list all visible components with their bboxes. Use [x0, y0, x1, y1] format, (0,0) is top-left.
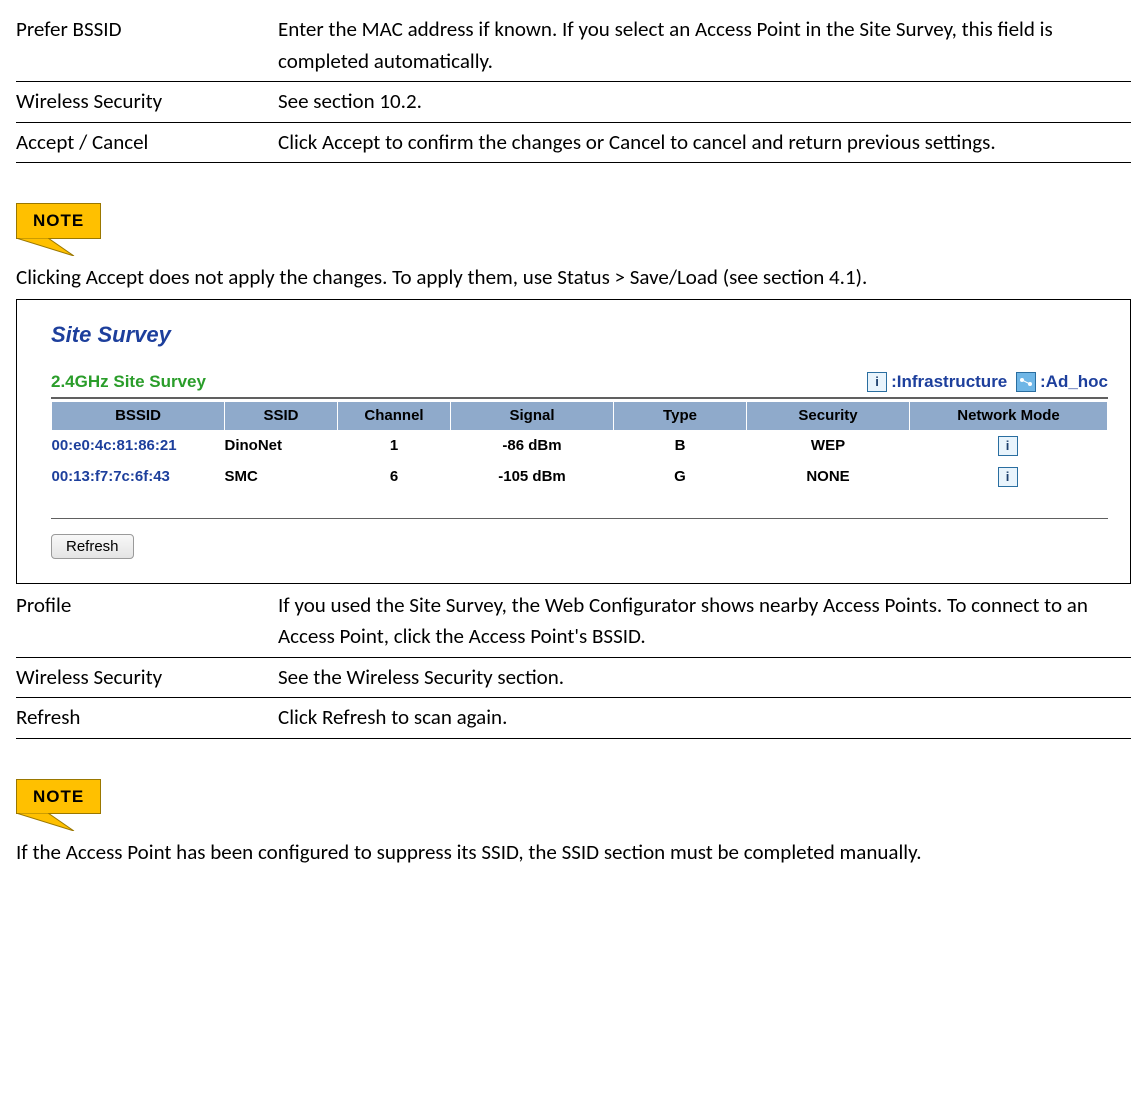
- definitions-table-2: Profile If you used the Site Survey, the…: [16, 586, 1131, 739]
- desc-cell: Enter the MAC address if known. If you s…: [278, 10, 1131, 82]
- note-badge-triangle-icon: [16, 813, 114, 831]
- desc-cell: Click Accept to confirm the changes or C…: [278, 122, 1131, 163]
- refresh-button[interactable]: Refresh: [51, 534, 134, 559]
- site-survey-panel: Site Survey 2.4GHz Site Survey i:Infrast…: [16, 299, 1131, 584]
- table-row: Refresh Click Refresh to scan again.: [16, 698, 1131, 739]
- signal-cell: -86 dBm: [451, 431, 614, 462]
- adhoc-icon: [1016, 372, 1036, 392]
- security-cell: WEP: [747, 431, 910, 462]
- col-signal: Signal: [451, 401, 614, 431]
- site-survey-table: BSSID SSID Channel Signal Type Security …: [51, 401, 1108, 493]
- infrastructure-icon: i: [998, 436, 1018, 456]
- col-type: Type: [614, 401, 747, 431]
- infrastructure-icon: i: [867, 372, 887, 392]
- desc-cell: Click Refresh to scan again.: [278, 698, 1131, 739]
- infrastructure-icon: i: [998, 467, 1018, 487]
- note-badge: NOTE: [16, 203, 114, 256]
- note-text: Clicking Accept does not apply the chang…: [16, 262, 1131, 294]
- bssid-link[interactable]: 00:e0:4c:81:86:21: [52, 431, 225, 462]
- bssid-link[interactable]: 00:13:f7:7c:6f:43: [52, 462, 225, 493]
- col-channel: Channel: [338, 401, 451, 431]
- desc-cell: See section 10.2.: [278, 82, 1131, 123]
- table-row: Wireless Security See section 10.2.: [16, 82, 1131, 123]
- definitions-table-1: Prefer BSSID Enter the MAC address if kn…: [16, 10, 1131, 163]
- term-cell: Accept / Cancel: [16, 122, 278, 163]
- note-badge: NOTE: [16, 779, 114, 832]
- table-row: 00:e0:4c:81:86:21 DinoNet 1 -86 dBm B WE…: [52, 431, 1108, 462]
- table-row: Profile If you used the Site Survey, the…: [16, 586, 1131, 658]
- term-cell: Profile: [16, 586, 278, 658]
- table-row: Accept / Cancel Click Accept to confirm …: [16, 122, 1131, 163]
- mode-cell: i: [910, 462, 1108, 493]
- note-badge-label: NOTE: [16, 779, 101, 815]
- term-cell: Refresh: [16, 698, 278, 739]
- type-cell: B: [614, 431, 747, 462]
- term-cell: Wireless Security: [16, 82, 278, 123]
- divider: [51, 518, 1108, 519]
- site-survey-subtitle: 2.4GHz Site Survey: [51, 369, 206, 395]
- term-cell: Prefer BSSID: [16, 10, 278, 82]
- site-survey-title: Site Survey: [51, 318, 1108, 351]
- site-survey-legend: i:Infrastructure :Ad_hoc: [867, 369, 1108, 395]
- mode-cell: i: [910, 431, 1108, 462]
- note-badge-label: NOTE: [16, 203, 101, 239]
- col-bssid: BSSID: [52, 401, 225, 431]
- channel-cell: 1: [338, 431, 451, 462]
- term-cell: Wireless Security: [16, 657, 278, 698]
- ssid-cell: DinoNet: [225, 431, 338, 462]
- note-badge-triangle-icon: [16, 238, 114, 256]
- type-cell: G: [614, 462, 747, 493]
- security-cell: NONE: [747, 462, 910, 493]
- legend-adhoc-label: :Ad_hoc: [1040, 369, 1108, 395]
- table-row: 00:13:f7:7c:6f:43 SMC 6 -105 dBm G NONE …: [52, 462, 1108, 493]
- legend-infra-label: :Infrastructure: [891, 369, 1007, 395]
- desc-cell: See the Wireless Security section.: [278, 657, 1131, 698]
- note-text: If the Access Point has been configured …: [16, 837, 1131, 869]
- signal-cell: -105 dBm: [451, 462, 614, 493]
- col-ssid: SSID: [225, 401, 338, 431]
- col-mode: Network Mode: [910, 401, 1108, 431]
- channel-cell: 6: [338, 462, 451, 493]
- col-security: Security: [747, 401, 910, 431]
- table-row: Prefer BSSID Enter the MAC address if kn…: [16, 10, 1131, 82]
- table-header-row: BSSID SSID Channel Signal Type Security …: [52, 401, 1108, 431]
- table-row: Wireless Security See the Wireless Secur…: [16, 657, 1131, 698]
- desc-cell: If you used the Site Survey, the Web Con…: [278, 586, 1131, 658]
- ssid-cell: SMC: [225, 462, 338, 493]
